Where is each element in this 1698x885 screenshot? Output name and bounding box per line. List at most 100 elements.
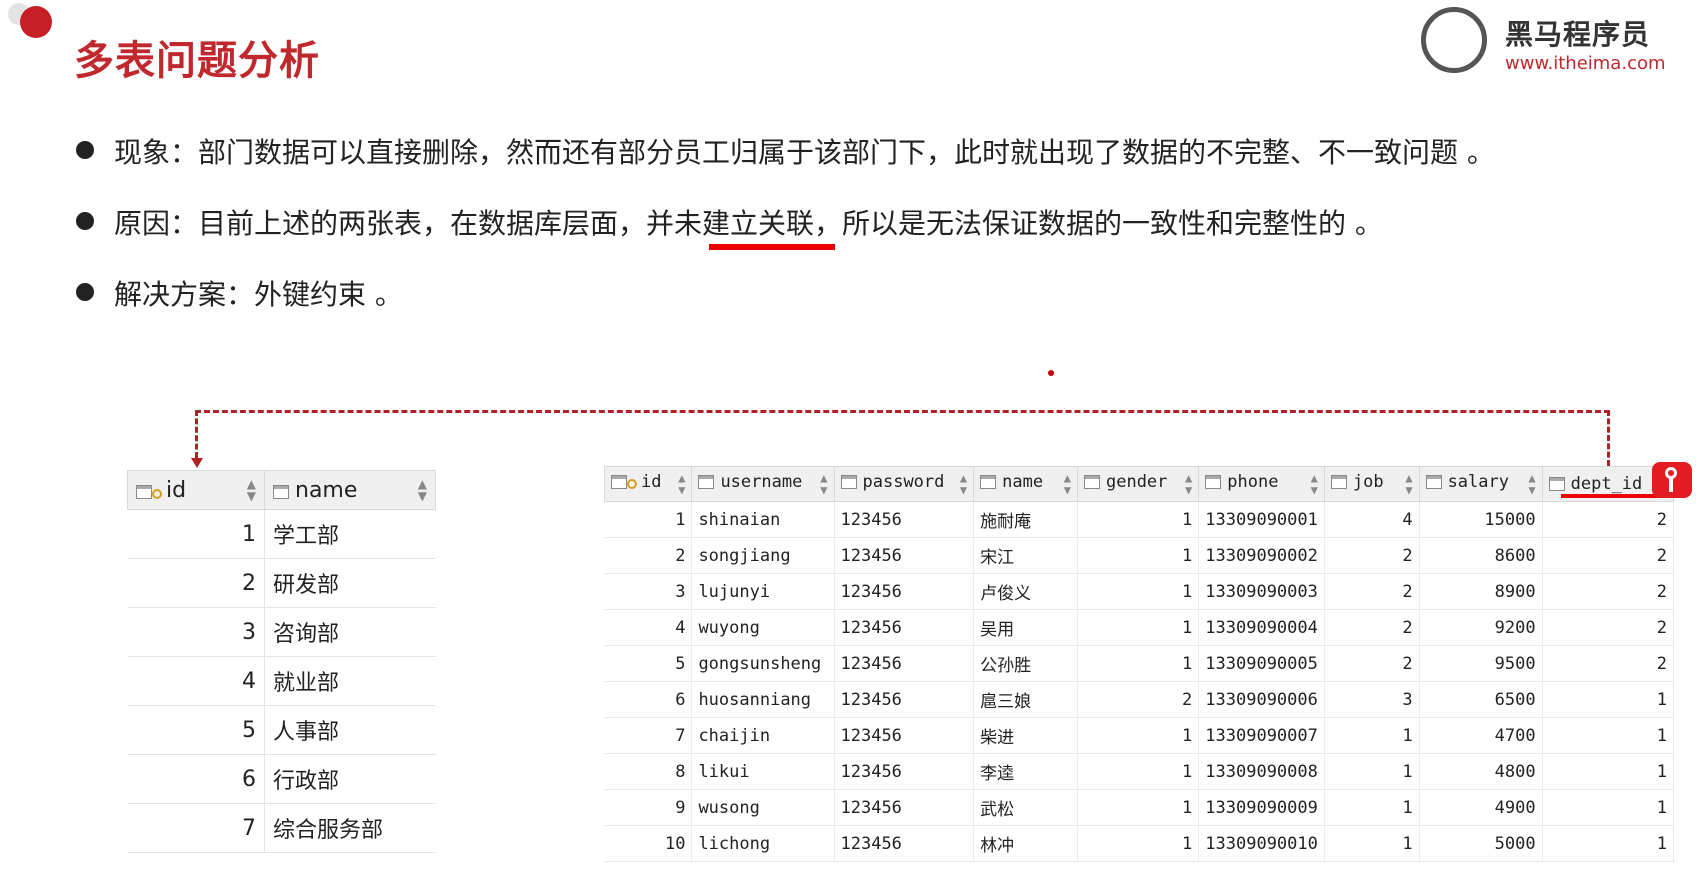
cell-dept-id[interactable]: 2	[1542, 609, 1675, 646]
cell-password[interactable]: 123456	[834, 573, 975, 610]
sort-icon[interactable]: ▲ ▼	[678, 472, 685, 496]
sort-icon[interactable]: ▲ ▼	[1064, 472, 1071, 496]
cell-name[interactable]: 武松	[973, 789, 1078, 826]
cell-id[interactable]: 6	[127, 754, 265, 804]
cell-name[interactable]: 施耐庵	[973, 501, 1078, 538]
cell-salary[interactable]: 15000	[1419, 501, 1543, 538]
cell-job[interactable]: 1	[1324, 789, 1420, 826]
table-row[interactable]: 1 学工部	[127, 509, 436, 559]
cell-dept-id[interactable]: 2	[1542, 645, 1675, 682]
cell-username[interactable]: huosanniang	[691, 681, 835, 718]
cell-password[interactable]: 123456	[834, 717, 975, 754]
cell-phone[interactable]: 13309090008	[1198, 753, 1325, 790]
cell-job[interactable]: 2	[1324, 609, 1420, 646]
cell-dept-id[interactable]: 2	[1542, 537, 1675, 574]
cell-name[interactable]: 咨询部	[264, 607, 436, 657]
column-header-id[interactable]: id ▲ ▼	[127, 470, 265, 510]
table-row[interactable]: 6 huosanniang 123456 扈三娘 2 13309090006 3 6500 1	[604, 681, 1675, 718]
cell-dept-id[interactable]: 1	[1542, 753, 1675, 790]
cell-salary[interactable]: 8900	[1419, 573, 1543, 610]
cell-salary[interactable]: 8600	[1419, 537, 1543, 574]
column-header-gender[interactable]: gender ▲ ▼	[1076, 466, 1200, 502]
column-header-id[interactable]: id ▲ ▼	[603, 466, 693, 502]
cell-name[interactable]: 公孙胜	[973, 645, 1078, 682]
cell-name[interactable]: 行政部	[264, 754, 436, 804]
column-header-salary[interactable]: salary ▲ ▼	[1418, 466, 1543, 502]
cell-name[interactable]: 李逵	[973, 753, 1078, 790]
cell-password[interactable]: 123456	[834, 501, 975, 538]
cell-id[interactable]: 5	[127, 705, 265, 755]
cell-job[interactable]: 2	[1324, 537, 1420, 574]
cell-id[interactable]: 8	[604, 753, 693, 790]
cell-name[interactable]: 人事部	[264, 705, 436, 755]
cell-name[interactable]: 林冲	[973, 825, 1078, 862]
table-row[interactable]: 4 wuyong 123456 吴用 1 13309090004 2 9200 2	[604, 609, 1675, 646]
cell-job[interactable]: 2	[1324, 573, 1420, 610]
cell-salary[interactable]: 9200	[1419, 609, 1543, 646]
cell-gender[interactable]: 1	[1077, 717, 1200, 754]
cell-password[interactable]: 123456	[834, 537, 975, 574]
cell-salary[interactable]: 4700	[1419, 717, 1543, 754]
cell-username[interactable]: gongsunsheng	[691, 645, 835, 682]
table-row[interactable]: 8 likui 123456 李逵 1 13309090008 1 4800 1	[604, 753, 1675, 790]
cell-id[interactable]: 10	[604, 825, 693, 862]
table-row[interactable]: 5 人事部	[127, 705, 436, 755]
cell-name[interactable]: 宋江	[973, 537, 1078, 574]
cell-name[interactable]: 研发部	[264, 558, 436, 608]
cell-id[interactable]: 3	[604, 573, 693, 610]
cell-salary[interactable]: 4800	[1419, 753, 1543, 790]
cell-gender[interactable]: 1	[1077, 645, 1200, 682]
cell-password[interactable]: 123456	[834, 609, 975, 646]
cell-id[interactable]: 7	[127, 803, 265, 853]
sort-icon[interactable]: ▲ ▼	[1528, 472, 1535, 496]
cell-id[interactable]: 4	[127, 656, 265, 706]
cell-gender[interactable]: 1	[1077, 537, 1200, 574]
table-row[interactable]: 5 gongsunsheng 123456 公孙胜 1 13309090005 2 9500 2	[604, 645, 1675, 682]
cell-username[interactable]: likui	[691, 753, 835, 790]
cell-dept-id[interactable]: 2	[1542, 501, 1675, 538]
cell-phone[interactable]: 13309090005	[1198, 645, 1325, 682]
sort-icon[interactable]: ▲ ▼	[960, 472, 967, 496]
table-row[interactable]: 1 shinaian 123456 施耐庵 1 13309090001 4 15000 2	[604, 501, 1675, 538]
column-header-job[interactable]: job ▲ ▼	[1323, 466, 1420, 502]
cell-id[interactable]: 3	[127, 607, 265, 657]
table-row[interactable]: 3 咨询部	[127, 607, 436, 657]
table-row[interactable]: 10 lichong 123456 林冲 1 13309090010 1 5000 1	[604, 825, 1675, 862]
sort-icon[interactable]: ▲ ▼	[418, 478, 427, 502]
cell-phone[interactable]: 13309090001	[1198, 501, 1325, 538]
column-header-password[interactable]: password ▲ ▼	[833, 466, 975, 502]
column-header-username[interactable]: username ▲ ▼	[691, 466, 835, 502]
cell-name[interactable]: 就业部	[264, 656, 436, 706]
cell-dept-id[interactable]: 1	[1542, 789, 1675, 826]
cell-phone[interactable]: 13309090009	[1198, 789, 1325, 826]
cell-gender[interactable]: 1	[1077, 789, 1200, 826]
cell-salary[interactable]: 9500	[1419, 645, 1543, 682]
cell-password[interactable]: 123456	[834, 825, 975, 862]
cell-job[interactable]: 3	[1324, 681, 1420, 718]
cell-username[interactable]: wuyong	[691, 609, 835, 646]
cell-name[interactable]: 卢俊义	[973, 573, 1078, 610]
cell-id[interactable]: 2	[604, 537, 693, 574]
cell-id[interactable]: 9	[604, 789, 693, 826]
cell-phone[interactable]: 13309090003	[1198, 573, 1325, 610]
cell-job[interactable]: 2	[1324, 645, 1420, 682]
sort-icon[interactable]: ▲ ▼	[1185, 472, 1192, 496]
cell-username[interactable]: songjiang	[691, 537, 835, 574]
cell-id[interactable]: 2	[127, 558, 265, 608]
cell-phone[interactable]: 13309090004	[1198, 609, 1325, 646]
cell-id[interactable]: 7	[604, 717, 693, 754]
cell-username[interactable]: wusong	[691, 789, 835, 826]
cell-password[interactable]: 123456	[834, 645, 975, 682]
cell-job[interactable]: 1	[1324, 825, 1420, 862]
cell-name[interactable]: 柴进	[973, 717, 1078, 754]
cell-salary[interactable]: 5000	[1419, 825, 1543, 862]
cell-id[interactable]: 4	[604, 609, 693, 646]
table-row[interactable]: 2 研发部	[127, 558, 436, 608]
sort-icon[interactable]: ▲ ▼	[1405, 472, 1412, 496]
cell-username[interactable]: lujunyi	[691, 573, 835, 610]
sort-icon[interactable]: ▲ ▼	[820, 472, 827, 496]
column-header-name[interactable]: name ▲ ▼	[264, 470, 436, 510]
cell-gender[interactable]: 2	[1077, 681, 1200, 718]
column-header-name[interactable]: name ▲ ▼	[973, 466, 1078, 502]
cell-dept-id[interactable]: 1	[1542, 825, 1675, 862]
